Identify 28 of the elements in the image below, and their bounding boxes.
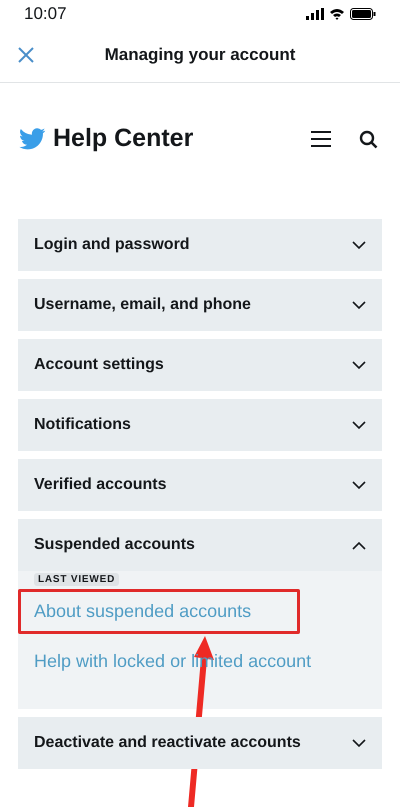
chevron-down-icon	[352, 360, 366, 370]
section-header[interactable]: Account settings	[18, 339, 382, 391]
menu-button[interactable]	[311, 129, 333, 149]
section-header[interactable]: Suspended accounts	[18, 519, 382, 571]
chevron-down-icon	[352, 738, 366, 748]
chevron-up-icon	[352, 540, 366, 550]
search-button[interactable]	[359, 130, 378, 148]
section-header[interactable]: Verified accounts	[18, 459, 382, 511]
menu-icon	[311, 131, 331, 147]
page-title: Managing your account	[104, 44, 296, 66]
signal-icon	[306, 8, 324, 20]
help-center-title: Help Center	[53, 123, 194, 154]
close-icon	[17, 46, 35, 64]
chevron-down-icon	[352, 240, 366, 250]
section-header[interactable]: Username, email, and phone	[18, 279, 382, 331]
bird-logo-icon	[19, 128, 46, 150]
chevron-down-icon	[352, 420, 366, 430]
section-header[interactable]: Login and password	[18, 219, 382, 271]
wifi-icon	[329, 8, 345, 20]
battery-icon	[350, 8, 376, 20]
status-time: 10:07	[24, 3, 67, 26]
section-header[interactable]: Notifications	[18, 399, 382, 451]
search-icon	[359, 130, 378, 148]
chevron-down-icon	[352, 480, 366, 490]
chevron-down-icon	[352, 300, 366, 310]
close-button[interactable]	[16, 45, 36, 65]
last-viewed-badge: LAST VIEWED	[34, 573, 120, 586]
section-header[interactable]: Deactivate and reactivate accounts	[18, 717, 382, 769]
